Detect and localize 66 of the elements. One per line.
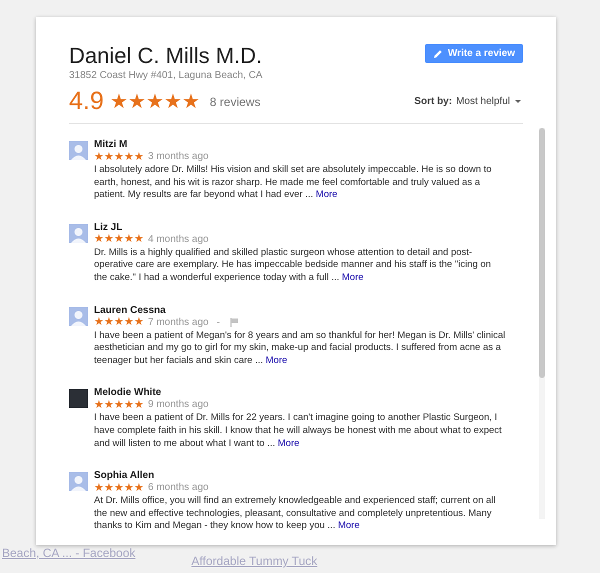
review-time: 6 months ago: [148, 482, 209, 494]
business-name: Daniel C. Mills M.D.: [69, 44, 262, 68]
star-icon: ★: [114, 317, 124, 328]
star-icon: ★: [104, 317, 114, 328]
review-time: 7 months ago: [148, 316, 209, 329]
review-text: At Dr. Mills office, you will find an extremely knowledgeable and experienced staff; current on all the new and effective technologies, pleasant, consultative and completely unpretentious. Many thanks to Kim and Megan - they know how to keep you ... More: [94, 495, 496, 533]
avatar-icon: [69, 141, 88, 160]
star-icon: ★: [124, 482, 134, 494]
scrollbar[interactable]: [539, 128, 545, 519]
star-icon: ★: [134, 234, 144, 246]
star-icon: ★: [128, 92, 146, 112]
star-icon: ★: [104, 482, 114, 494]
star-icon: ★: [110, 92, 128, 112]
star-icon: ★: [104, 152, 114, 162]
review-text: Dr. Mills is a highly qualified and skilled plastic surgeon whose attention to detail and post-operative care are exemplary. He has impeccable bedside manner and his staff is the "icing on the cake." I had a wonderful experience today with a full ... More: [94, 246, 492, 285]
star-icon: ★: [124, 317, 134, 328]
sort-dropdown[interactable]: Most helpful: [456, 96, 521, 107]
star-icon: ★: [104, 234, 114, 246]
star-icon: ★: [114, 234, 124, 246]
reviewer-name: Mitzi M: [94, 138, 128, 151]
review-text: I have been a patient of Megan's for 8 years and am so thankful for her! Megan is Dr. Mills' clinical aesthetician and my go to girl for my skin, make-up and facial products. I suffered from acne as a teenager but her facials and skin care ... More: [94, 330, 506, 368]
star-icon: ★: [164, 92, 182, 112]
reviewer-name: Sophia Allen: [94, 469, 156, 482]
star-icon: ★: [114, 152, 124, 162]
star-icon: ★: [182, 92, 200, 112]
average-rating: 4.9: [69, 87, 104, 116]
reviewer-name: Liz JL: [94, 220, 124, 234]
star-icon: ★: [114, 400, 124, 411]
review-count: 8 reviews: [210, 94, 260, 108]
avatar-icon: [69, 306, 88, 326]
more-link[interactable]: More: [316, 189, 338, 200]
star-icon: ★: [94, 152, 104, 162]
review-time: 3 months ago: [148, 151, 209, 163]
review-time: 9 months ago: [148, 399, 209, 412]
business-address: 31852 Coast Hwy #401, Laguna Beach, CA: [69, 70, 262, 81]
reviewer-name: Melodie White: [94, 386, 162, 400]
star-icon: ★: [124, 400, 134, 411]
avatar-icon: [69, 472, 88, 492]
star-icon: ★: [134, 400, 144, 411]
star-icon: ★: [94, 317, 104, 328]
star-icon: ★: [134, 152, 144, 162]
review-text: I absolutely adore Dr. Mills! His vision and skill set are absolutely impeccable. He is so down to earth, honest, and his wit is razor sharp. He made me feel comfortable and truly valued as a patient. My results are far beyond what I had ever ... More: [94, 164, 493, 202]
more-link[interactable]: More: [266, 354, 288, 366]
review-time: 4 months ago: [148, 234, 209, 246]
star-icon: ★: [134, 317, 144, 328]
more-link[interactable]: More: [278, 438, 300, 449]
separator: -: [216, 316, 220, 329]
star-icon: ★: [94, 400, 104, 411]
star-icon: ★: [94, 482, 104, 494]
star-icon: ★: [114, 482, 124, 494]
flag-icon[interactable]: [230, 318, 239, 328]
photo-placeholder: [69, 389, 88, 408]
more-link[interactable]: More: [338, 520, 360, 532]
sort-label: Sort by:: [414, 96, 452, 107]
review-text: I have been a patient of Dr. Mills for 22 years. I can't imagine going to another Plastic Surgeon, I have complete faith in his skill. I know that he will always be honest with me about what to expect and will listen to me about what I want to ... More: [94, 412, 503, 450]
more-link[interactable]: More: [342, 272, 364, 283]
star-icon: ★: [104, 400, 114, 411]
star-icon: ★: [146, 92, 164, 112]
star-icon: ★: [124, 234, 134, 246]
star-icon: ★: [134, 482, 144, 494]
star-icon: ★: [94, 234, 104, 246]
pencil-icon: [432, 48, 443, 58]
caret-icon: [515, 100, 521, 103]
avatar-icon: [69, 224, 88, 243]
star-icon: ★: [124, 152, 134, 162]
reviewer-name: Lauren Cessna: [94, 304, 167, 317]
